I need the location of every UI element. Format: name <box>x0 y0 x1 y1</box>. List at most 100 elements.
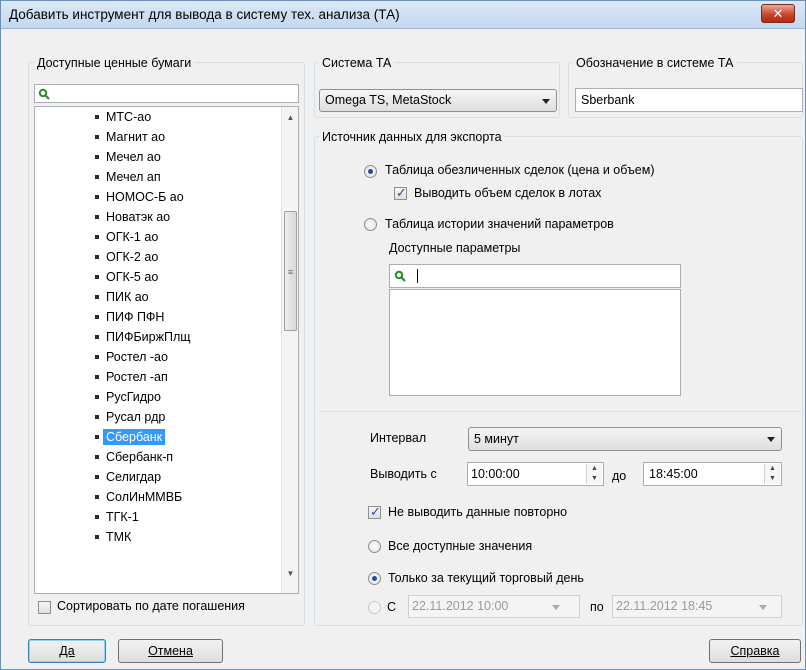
list-item[interactable]: НОМОС-Б ао <box>95 187 184 207</box>
sort-label: Сортировать по дате погашения <box>57 599 245 613</box>
chevron-down-icon <box>767 437 775 442</box>
ta-system-select[interactable]: Omega TS, MetaStock <box>319 89 557 112</box>
cancel-button-label: Отмена <box>148 644 193 658</box>
close-button[interactable]: ✕ <box>761 4 795 23</box>
params-list[interactable] <box>389 289 681 396</box>
list-item-label: ОГК-5 ао <box>106 270 159 284</box>
list-item[interactable]: ПИК ао <box>95 287 149 307</box>
list-item[interactable]: Мечел ао <box>95 147 161 167</box>
bullet-icon <box>95 514 99 519</box>
bullet-icon <box>95 214 99 219</box>
bullet-icon <box>95 154 99 159</box>
list-item-label: НОМОС-Б ао <box>106 190 184 204</box>
list-item-label: РусГидро <box>106 390 161 404</box>
securities-label: Доступные ценные бумаги <box>34 56 195 70</box>
list-item[interactable]: Сбербанк <box>95 427 166 447</box>
bullet-icon <box>95 434 99 439</box>
lots-checkbox[interactable] <box>394 185 407 201</box>
from-time-value: 10:00:00 <box>471 467 520 481</box>
list-item[interactable]: Мечел ап <box>95 167 161 187</box>
list-item[interactable]: ПИФБиржПлщ <box>95 327 191 347</box>
list-item-label: ОГК-1 ао <box>106 230 159 244</box>
list-item[interactable]: Ростел -ао <box>95 347 168 367</box>
from-time-input[interactable]: 10:00:00 ▲ ▼ <box>467 462 604 486</box>
list-item[interactable]: РусГидро <box>95 387 161 407</box>
sort-checkbox[interactable] <box>38 601 51 614</box>
from-time-spinner[interactable]: ▲ ▼ <box>586 464 602 484</box>
designation-input[interactable]: Sberbank <box>575 88 803 112</box>
date-range-from-input[interactable]: 22.11.2012 10:00 <box>408 595 580 618</box>
search-icon <box>38 88 50 100</box>
bullet-icon <box>95 234 99 239</box>
list-item[interactable]: МТС-ао <box>95 107 151 127</box>
window-title: Добавить инструмент для вывода в систему… <box>9 7 400 22</box>
ok-button[interactable]: Да <box>28 639 106 663</box>
list-scrollbar[interactable]: ▲ ≡ ▼ <box>281 107 298 593</box>
list-item[interactable]: СолИнММВБ <box>95 487 182 507</box>
list-item-label: Сбербанк <box>103 429 166 445</box>
title-bar[interactable]: Добавить инструмент для вывода в систему… <box>1 1 805 29</box>
bullet-icon <box>95 374 99 379</box>
securities-list[interactable]: МТС-ао Магнит ао Мечел ао Мечел ап НОМОС-Б а… <box>34 106 299 594</box>
securities-search-input[interactable] <box>34 84 299 103</box>
list-item[interactable]: Новатэк ао <box>95 207 170 227</box>
list-item-label: Селигдар <box>106 470 162 484</box>
to-time-value: 18:45:00 <box>649 467 698 481</box>
cancel-button[interactable]: Отмена <box>118 639 223 663</box>
list-item-label: Сбербанк-п <box>106 450 174 464</box>
date-range-to-value: 22.11.2012 18:45 <box>616 599 713 613</box>
bullet-icon <box>95 314 99 319</box>
bullet-icon <box>95 174 99 179</box>
list-item[interactable]: Русал рдр <box>95 407 165 427</box>
chevron-down-icon <box>542 99 550 104</box>
list-item-label: ТМК <box>106 530 132 544</box>
bullet-icon <box>95 254 99 259</box>
list-item[interactable]: Ростел -ап <box>95 367 168 387</box>
list-item[interactable]: ТГК-1 <box>95 507 139 527</box>
params-search-input[interactable] <box>389 264 681 288</box>
date-range-radio[interactable] <box>368 601 381 614</box>
history-radio[interactable] <box>364 218 377 231</box>
ta-system-label: Система ТА <box>319 56 395 70</box>
chevron-down-icon <box>552 605 560 610</box>
list-item[interactable]: ТМК <box>95 527 131 547</box>
list-item[interactable]: Сбербанк-п <box>95 447 173 467</box>
help-button[interactable]: Справка <box>709 639 801 663</box>
list-item-label: ОГК-2 ао <box>106 250 159 264</box>
no-repeat-checkbox[interactable] <box>368 504 381 520</box>
list-item[interactable]: ОГК-1 ао <box>95 227 158 247</box>
list-item-label: Мечел ао <box>106 150 161 164</box>
scroll-down-arrow[interactable]: ▼ <box>282 565 298 582</box>
from-time-label: Выводить с <box>370 467 437 481</box>
bullet-icon <box>95 134 99 139</box>
help-button-label: Справка <box>730 644 780 658</box>
bullet-icon <box>95 194 99 199</box>
list-item[interactable]: Магнит ао <box>95 127 165 147</box>
list-item[interactable]: ОГК-2 ао <box>95 247 158 267</box>
today-radio[interactable] <box>368 572 381 585</box>
list-item[interactable]: Селигдар <box>95 467 161 487</box>
scroll-up-arrow[interactable]: ▲ <box>282 109 298 126</box>
to-time-input[interactable]: 18:45:00 ▲ ▼ <box>643 462 782 486</box>
scroll-thumb[interactable]: ≡ <box>284 211 297 331</box>
list-item[interactable]: ПИФ ПФН <box>95 307 164 327</box>
interval-select[interactable]: 5 минут <box>468 427 782 451</box>
list-item-label: Магнит ао <box>106 130 166 144</box>
list-item-label: ПИФБиржПлщ <box>106 330 191 344</box>
all-values-radio[interactable] <box>368 540 381 553</box>
trades-radio[interactable] <box>364 165 377 178</box>
list-item[interactable]: ОГК-5 ао <box>95 267 158 287</box>
no-repeat-label: Не выводить данные повторно <box>388 505 568 519</box>
list-item-label: ТГК-1 <box>106 510 139 524</box>
lots-label: Выводить объем сделок в лотах <box>414 186 602 200</box>
bullet-icon <box>95 414 99 419</box>
bullet-icon <box>95 494 99 499</box>
designation-value: Sberbank <box>581 93 635 107</box>
to-time-spinner[interactable]: ▲ ▼ <box>764 464 780 484</box>
bullet-icon <box>95 274 99 279</box>
date-range-to-input[interactable]: 22.11.2012 18:45 <box>612 595 782 618</box>
ta-system-value: Omega TS, MetaStock <box>325 93 452 107</box>
list-item-label: Новатэк ао <box>106 210 171 224</box>
divider <box>319 411 801 412</box>
list-item-label: Мечел ап <box>106 170 161 184</box>
